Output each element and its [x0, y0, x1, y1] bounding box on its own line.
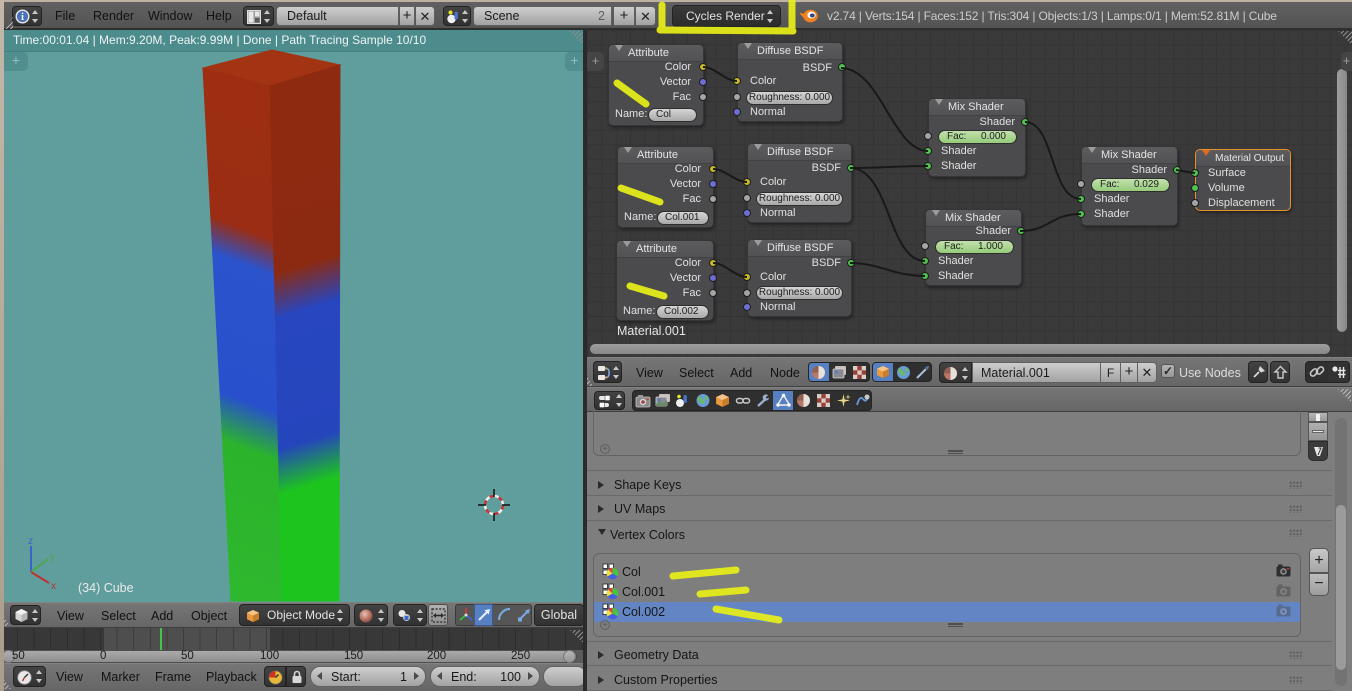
svg-text:x: x	[51, 581, 56, 592]
svg-text:i: i	[21, 12, 24, 23]
svg-text:z: z	[28, 536, 33, 547]
svg-text:y: y	[50, 552, 55, 563]
